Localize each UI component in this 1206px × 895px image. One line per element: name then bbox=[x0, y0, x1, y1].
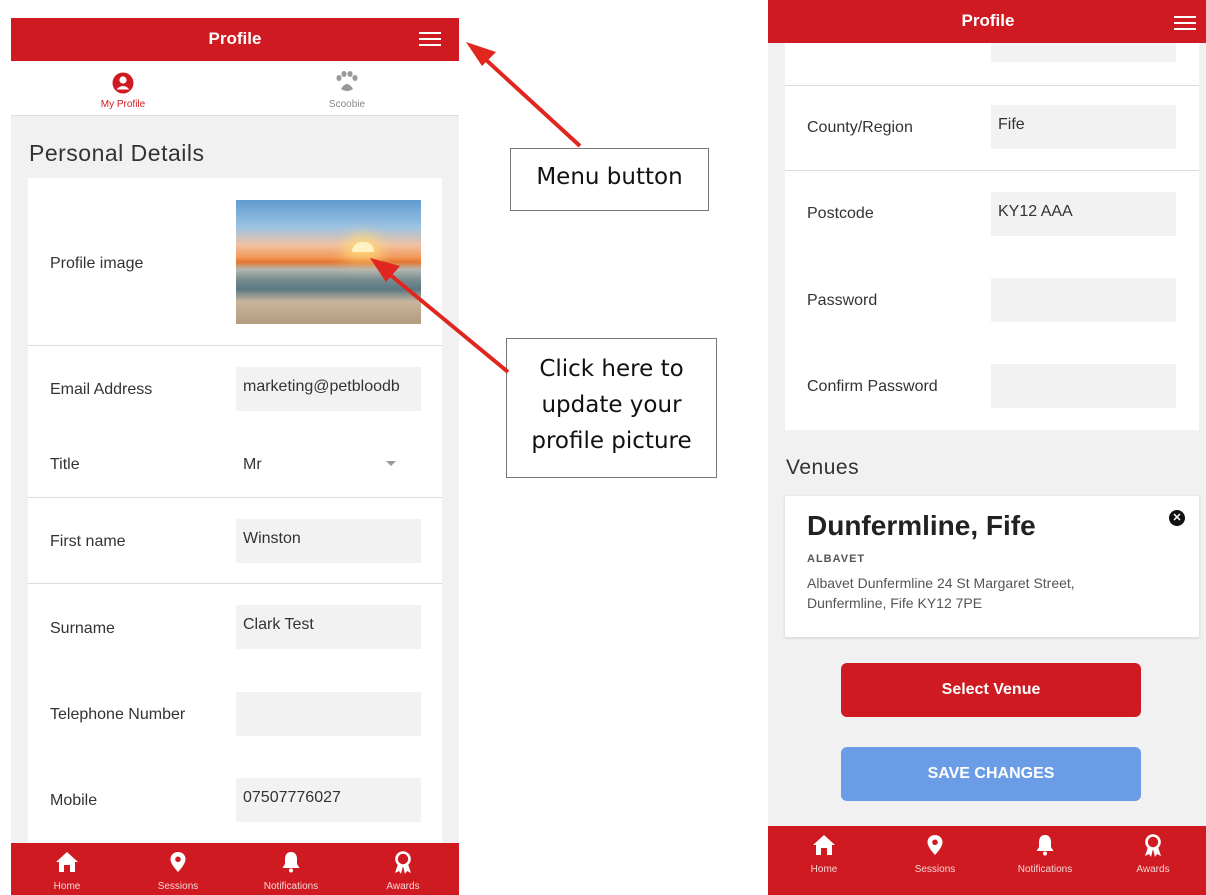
callout-line: update your bbox=[541, 392, 682, 418]
menu-icon[interactable] bbox=[1174, 16, 1196, 31]
nav-awards[interactable]: Awards bbox=[1113, 826, 1193, 878]
mobile-field[interactable]: 07507776027 bbox=[236, 778, 421, 822]
nav-label: Home bbox=[810, 864, 838, 875]
nav-label: Sessions bbox=[914, 864, 956, 875]
personal-details-card: Profile image Email Address marketing@pe… bbox=[28, 178, 442, 858]
save-changes-button[interactable]: SAVE CHANGES bbox=[841, 747, 1141, 801]
first-name-label: First name bbox=[50, 533, 126, 550]
nav-awards[interactable]: Awards bbox=[363, 843, 443, 895]
nav-home[interactable]: Home bbox=[27, 843, 107, 895]
email-label: Email Address bbox=[50, 381, 153, 398]
surname-label: Surname bbox=[50, 620, 115, 637]
home-icon bbox=[813, 835, 835, 855]
address-card: County/Region Fife Postcode KY12 AAA Pas… bbox=[785, 0, 1199, 430]
title-select[interactable]: Mr bbox=[243, 456, 262, 474]
confirm-password-label: Confirm Password bbox=[807, 378, 938, 395]
nav-notifications[interactable]: Notifications bbox=[251, 843, 331, 895]
callout-menu-button: Menu button bbox=[510, 148, 709, 211]
nav-label: Sessions bbox=[157, 881, 199, 892]
paw-icon bbox=[336, 71, 358, 91]
profile-image[interactable] bbox=[236, 200, 421, 324]
bottom-nav: Home Sessions Notifications Awards bbox=[11, 843, 459, 895]
first-name-field[interactable]: Winston bbox=[236, 519, 421, 563]
nav-label: Awards bbox=[386, 881, 420, 892]
remove-venue-icon[interactable]: ✕ bbox=[1169, 510, 1185, 526]
telephone-field[interactable] bbox=[236, 692, 421, 736]
section-heading-personal: Personal Details bbox=[29, 140, 205, 166]
surname-field[interactable]: Clark Test bbox=[236, 605, 421, 649]
nav-label: Awards bbox=[1136, 864, 1170, 875]
password-label: Password bbox=[807, 292, 878, 309]
arrow-to-menu bbox=[466, 42, 582, 148]
postcode-label: Postcode bbox=[807, 205, 874, 222]
map-pin-icon bbox=[927, 835, 943, 855]
nav-home[interactable]: Home bbox=[784, 826, 864, 878]
county-field[interactable]: Fife bbox=[991, 105, 1176, 149]
home-icon bbox=[56, 852, 78, 872]
award-icon bbox=[395, 851, 411, 874]
map-pin-icon bbox=[170, 852, 186, 872]
callout-line: profile picture bbox=[531, 428, 692, 454]
mobile-label: Mobile bbox=[50, 792, 98, 809]
menu-icon[interactable] bbox=[419, 32, 441, 47]
user-circle-icon bbox=[112, 72, 134, 94]
tab-scoobie[interactable]: Scoobie bbox=[235, 61, 459, 116]
nav-label: Notifications bbox=[1017, 864, 1073, 875]
tab-my-profile[interactable]: My Profile bbox=[11, 61, 235, 116]
tab-label: Scoobie bbox=[328, 99, 366, 110]
county-label: County/Region bbox=[807, 119, 913, 136]
tab-label: My Profile bbox=[100, 99, 146, 110]
nav-label: Home bbox=[53, 881, 81, 892]
confirm-password-field[interactable] bbox=[991, 364, 1176, 408]
postcode-field[interactable]: KY12 AAA bbox=[991, 192, 1176, 236]
bell-icon bbox=[282, 852, 300, 873]
venue-card: Dunfermline, Fife ALBAVET Albavet Dunfer… bbox=[785, 496, 1199, 637]
email-field[interactable]: marketing@petbloodb bbox=[236, 367, 421, 411]
bottom-nav: Home Sessions Notifications Awards bbox=[768, 826, 1206, 895]
award-icon bbox=[1145, 834, 1161, 857]
profile-screen-left: Profile My Profile Scoobie Personal Deta… bbox=[11, 18, 459, 895]
profile-image-label: Profile image bbox=[50, 255, 144, 272]
telephone-label: Telephone Number bbox=[50, 706, 186, 723]
callout-profile-picture: Click here to update your profile pictur… bbox=[506, 338, 717, 478]
bell-icon bbox=[1036, 835, 1054, 856]
nav-sessions[interactable]: Sessions bbox=[138, 843, 218, 895]
venue-name: Dunfermline, Fife bbox=[807, 510, 1036, 541]
password-field[interactable] bbox=[991, 278, 1176, 322]
select-venue-button[interactable]: Select Venue bbox=[841, 663, 1141, 717]
app-title: Profile bbox=[208, 29, 262, 48]
nav-sessions[interactable]: Sessions bbox=[895, 826, 975, 878]
profile-screen-right: County/Region Fife Postcode KY12 AAA Pas… bbox=[768, 0, 1206, 895]
app-title: Profile bbox=[961, 11, 1015, 30]
callout-line: Click here to bbox=[539, 356, 684, 382]
venue-org: ALBAVET bbox=[807, 553, 866, 565]
city-field[interactable] bbox=[991, 40, 1176, 62]
title-label: Title bbox=[50, 456, 80, 473]
chevron-down-icon bbox=[386, 461, 396, 466]
nav-notifications[interactable]: Notifications bbox=[1005, 826, 1085, 878]
app-bar: Profile bbox=[768, 0, 1206, 43]
venue-address: Albavet Dunfermline 24 St Margaret Stree… bbox=[807, 575, 1075, 611]
section-heading-venues: Venues bbox=[786, 456, 860, 479]
nav-label: Notifications bbox=[263, 881, 319, 892]
app-bar: Profile bbox=[11, 18, 459, 61]
profile-tabs: My Profile Scoobie bbox=[11, 61, 459, 116]
